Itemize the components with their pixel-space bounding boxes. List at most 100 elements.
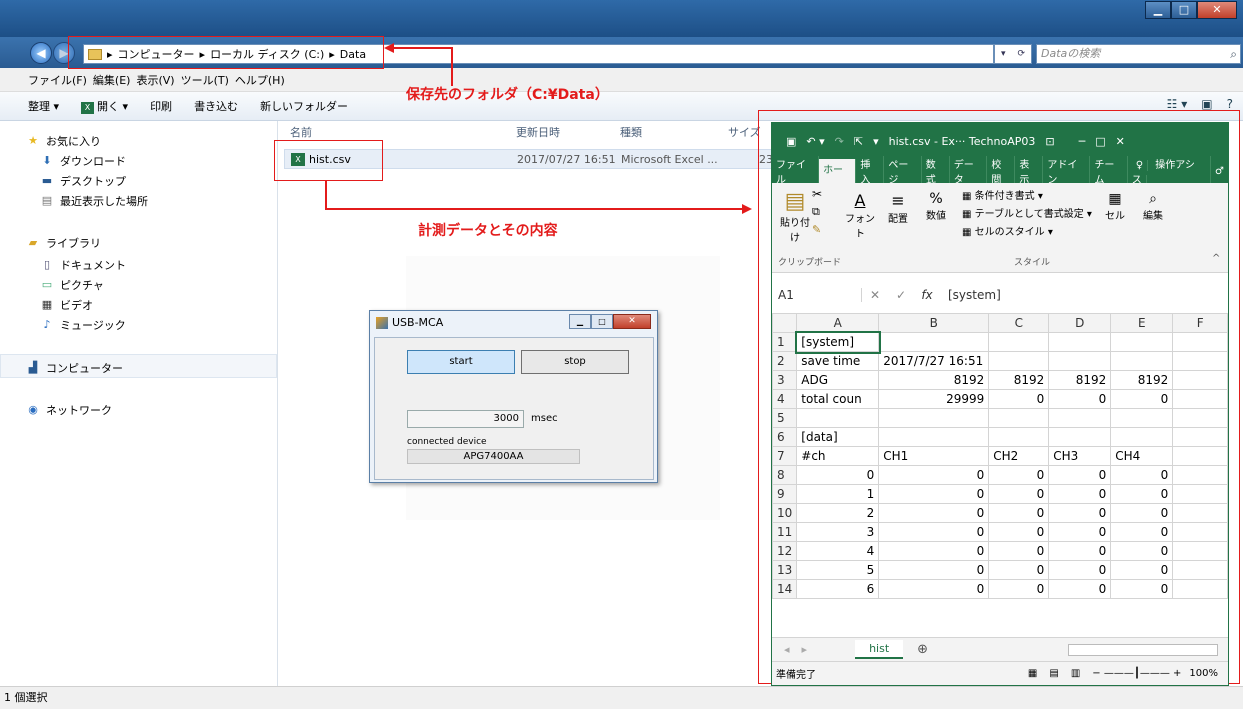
row-header[interactable]: 5 <box>771 408 798 428</box>
grid-cell[interactable] <box>1172 579 1228 599</box>
grid-cell[interactable]: save time <box>796 351 880 371</box>
format-painter-icon[interactable]: ✎ <box>812 223 821 236</box>
refresh-icon[interactable]: ⟳ <box>1017 49 1025 59</box>
close-button[interactable]: ✕ <box>1197 1 1237 19</box>
grid-cell[interactable]: 0 <box>1048 579 1112 599</box>
paste-button[interactable]: ▤ 貼り付け <box>776 189 814 244</box>
grid-cell[interactable] <box>1110 427 1174 447</box>
grid-cell[interactable]: 0 <box>1048 503 1112 523</box>
grid-cell[interactable]: 2 <box>796 503 880 523</box>
tab-team[interactable]: チーム <box>1090 156 1128 186</box>
function-icon[interactable]: fx <box>914 288 940 302</box>
name-box[interactable]: A1 <box>772 288 862 302</box>
row-header[interactable]: 11 <box>771 522 798 542</box>
sidebar-item-desktop[interactable]: ▬ デスクトップ <box>40 173 126 189</box>
grid-cell[interactable]: #ch <box>796 446 880 466</box>
new-folder-button[interactable]: 新しいフォルダー <box>260 98 348 114</box>
grid-cell[interactable]: 0 <box>1048 522 1112 542</box>
row-header[interactable]: 10 <box>771 503 798 523</box>
grid-cell[interactable]: 0 <box>988 484 1050 504</box>
edit-button[interactable]: ⌕ 編集 <box>1136 191 1170 222</box>
menu-view[interactable]: 表示(V) <box>136 72 174 88</box>
col-header[interactable]: E <box>1110 313 1174 333</box>
grid-cell[interactable]: 0 <box>1110 522 1174 542</box>
grid-cell[interactable] <box>878 427 990 447</box>
mca-close-button[interactable]: ✕ <box>613 314 651 329</box>
print-button[interactable]: 印刷 <box>150 98 172 114</box>
sheet-next-icon[interactable]: ▸ <box>802 643 808 656</box>
stop-button[interactable]: stop <box>521 350 629 374</box>
grid-cell[interactable]: 0 <box>1110 484 1174 504</box>
sheet-tab-hist[interactable]: hist <box>855 640 904 659</box>
grid-cell[interactable]: 0 <box>796 465 880 485</box>
row-header[interactable]: 4 <box>771 389 798 409</box>
grid-cell[interactable] <box>1172 522 1228 542</box>
sidebar-item-music[interactable]: ♪ ミュージック <box>40 317 125 333</box>
grid-cell[interactable]: ADG <box>796 370 880 390</box>
qat-dropdown-icon[interactable]: ▾ <box>873 135 879 148</box>
grid-cell[interactable]: 0 <box>878 522 990 542</box>
grid-cell[interactable]: 0 <box>1110 560 1174 580</box>
tab-home[interactable]: ホーム <box>819 159 857 200</box>
grid-cell[interactable]: CH3 <box>1048 446 1112 466</box>
excel-minimize-icon[interactable]: ─ <box>1079 135 1086 148</box>
maximize-button[interactable]: □ <box>1171 1 1197 19</box>
grid-cell[interactable]: CH4 <box>1110 446 1174 466</box>
redo-icon[interactable]: ↷ <box>835 135 844 148</box>
tab-data[interactable]: データ <box>950 156 988 186</box>
grid-cell[interactable] <box>988 427 1050 447</box>
grid-cell[interactable]: 5 <box>796 560 880 580</box>
grid-cell[interactable] <box>1172 446 1228 466</box>
grid-cell[interactable] <box>1172 560 1228 580</box>
zoom-slider[interactable]: − ———┃——— + <box>1092 668 1181 679</box>
tab-addins[interactable]: アドイン <box>1043 156 1091 186</box>
sidebar-libraries[interactable]: ▰ ライブラリ <box>26 235 101 251</box>
col-header[interactable]: D <box>1048 313 1112 333</box>
mca-minimize-button[interactable]: ▁ <box>569 314 591 329</box>
font-button[interactable]: A フォント <box>842 191 878 240</box>
menu-file[interactable]: ファイル(F) <box>28 72 87 88</box>
grid-cell[interactable]: 6 <box>796 579 880 599</box>
grid-cell[interactable]: 0 <box>1048 484 1112 504</box>
sidebar-item-documents[interactable]: ▯ ドキュメント <box>40 257 126 273</box>
row-header[interactable]: 13 <box>771 560 798 580</box>
row-header[interactable]: 12 <box>771 541 798 561</box>
open-button[interactable]: X 開く ▾ <box>81 98 128 114</box>
col-header[interactable]: F <box>1172 313 1228 333</box>
sidebar-item-pictures[interactable]: ▭ ピクチャ <box>40 277 104 293</box>
grid-cell[interactable] <box>1172 465 1228 485</box>
sidebar-item-videos[interactable]: ▦ ビデオ <box>40 297 93 313</box>
grid-cell[interactable]: 0 <box>1110 541 1174 561</box>
organize-button[interactable]: 整理 ▾ <box>28 98 59 114</box>
grid-cell[interactable]: 0 <box>1048 465 1112 485</box>
tab-tell-me[interactable]: ♀ 操作アシス <box>1128 156 1212 186</box>
column-name[interactable]: 名前 <box>290 124 312 140</box>
grid-cell[interactable] <box>1110 351 1174 371</box>
grid-cell[interactable]: 0 <box>878 560 990 580</box>
grid-cell[interactable]: 0 <box>1110 579 1174 599</box>
grid-cell[interactable]: 8192 <box>988 370 1050 390</box>
search-icon[interactable]: ⌕ <box>1230 47 1237 62</box>
grid-cell[interactable] <box>988 332 1050 352</box>
grid-cell[interactable] <box>988 408 1050 428</box>
excel-maximize-icon[interactable]: □ <box>1095 135 1105 148</box>
grid-cell[interactable] <box>878 408 990 428</box>
copy-icon[interactable]: ⧉ <box>812 205 820 219</box>
grid-cell[interactable]: 0 <box>1110 465 1174 485</box>
page-layout-icon[interactable]: ▤ <box>1049 668 1058 679</box>
ribbon-display-icon[interactable]: ⊡ <box>1045 135 1054 148</box>
grid-cell[interactable]: 0 <box>878 503 990 523</box>
grid-cell[interactable]: 0 <box>988 465 1050 485</box>
grid-cell[interactable]: 0 <box>988 541 1050 561</box>
grid-cell[interactable] <box>1048 351 1112 371</box>
grid-cell[interactable]: 8192 <box>1110 370 1174 390</box>
column-type[interactable]: 種類 <box>620 124 642 140</box>
select-all-corner[interactable] <box>771 313 798 333</box>
grid-cell[interactable]: 0 <box>1110 503 1174 523</box>
cells-button[interactable]: ▦ セル <box>1098 191 1132 222</box>
grid-cell[interactable] <box>878 332 990 352</box>
sidebar-favorites[interactable]: ★ お気に入り <box>26 133 101 149</box>
grid-cell[interactable]: 0 <box>878 465 990 485</box>
grid-cell[interactable]: 0 <box>988 503 1050 523</box>
start-button[interactable]: start <box>407 350 515 374</box>
